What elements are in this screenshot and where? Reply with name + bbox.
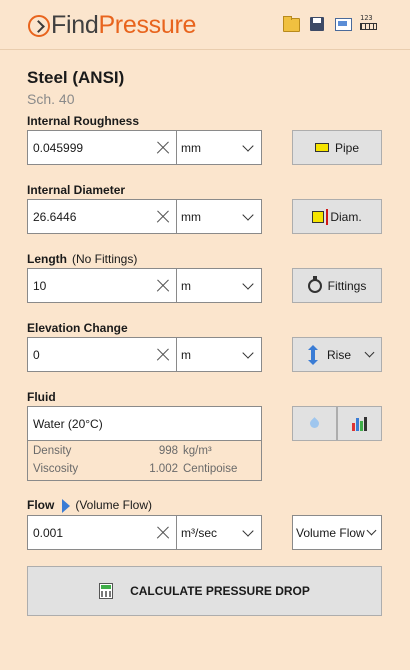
save-icon[interactable] — [308, 15, 326, 33]
fluid-properties-button[interactable] — [337, 406, 382, 441]
roughness-unit-select[interactable]: mm — [177, 130, 262, 165]
elevation-label-text: Elevation Change — [27, 321, 128, 335]
elevation-value: 0 — [33, 347, 40, 362]
pipe-button[interactable]: Pipe — [292, 130, 382, 165]
report-icon[interactable] — [334, 15, 352, 33]
length-unit-select[interactable]: m — [177, 268, 262, 303]
viscosity-row: Viscosity 1.002 Centipoise — [33, 463, 261, 479]
logo-pressure-text: Pressure — [98, 11, 197, 39]
roughness-value: 0.045999 — [33, 140, 84, 155]
diameter-unit-select[interactable]: mm — [177, 199, 262, 234]
diameter-button-label: Diam. — [330, 209, 362, 224]
density-unit: kg/m³ — [183, 445, 212, 457]
density-value: 998 — [158, 445, 178, 457]
diameter-button[interactable]: Diam. — [292, 199, 382, 234]
chart-bar — [352, 422, 355, 431]
diameter-label-text: Internal Diameter — [27, 183, 126, 197]
fluid-properties: Density 998 kg/m³ Viscosity 1.002 Centip… — [27, 441, 262, 481]
flow-input[interactable]: 0.001 — [27, 515, 177, 550]
calculate-button-label: CALCULATE PRESSURE DROP — [130, 584, 310, 598]
flow-label-text: Flow — [27, 498, 55, 512]
chevron-down-icon — [242, 524, 254, 537]
units-icon-label: 123 — [360, 14, 373, 22]
fluid-field[interactable]: Water (20°C) — [27, 406, 262, 441]
elevation-unit-select[interactable]: m — [177, 337, 262, 372]
valve-icon — [307, 275, 322, 293]
chevron-down-icon — [366, 525, 377, 536]
viscosity-name: Viscosity — [33, 463, 79, 475]
diameter-label: Internal Diameter — [27, 183, 125, 197]
diameter-value: 26.6446 — [33, 209, 77, 224]
roughness-clear-icon[interactable] — [150, 131, 176, 164]
fluid-select-button[interactable] — [292, 406, 337, 441]
chevron-down-icon — [242, 139, 254, 152]
ruler-bar — [360, 23, 377, 30]
flow-sublabel: (Volume Flow) — [75, 498, 153, 512]
fluid-value: Water (20°C) — [33, 416, 103, 431]
material-title: Steel (ANSI) — [27, 68, 125, 87]
viscosity-value: 1.002 — [149, 463, 178, 475]
chevron-down-icon — [364, 347, 375, 358]
chevron-down-icon — [242, 208, 254, 221]
chart-bar — [364, 416, 367, 431]
viscosity-unit: Centipoise — [183, 463, 238, 475]
length-value: 10 — [33, 278, 47, 293]
chart-bar — [360, 420, 363, 431]
elevation-input[interactable]: 0 — [27, 337, 177, 372]
flow-type-value: Volume Flow — [296, 525, 365, 540]
logo-find-text: Find — [51, 11, 99, 39]
flow-arrow-icon[interactable] — [62, 498, 71, 513]
diameter-unit: mm — [181, 209, 201, 224]
chart-bar — [356, 417, 359, 431]
roughness-unit: mm — [181, 140, 201, 155]
elevation-unit: m — [181, 347, 191, 362]
length-unit: m — [181, 278, 191, 293]
diameter-clear-icon[interactable] — [150, 200, 176, 233]
chevron-down-icon — [242, 277, 254, 290]
units-icon[interactable]: 123 — [360, 15, 378, 33]
calculator-icon — [99, 583, 114, 599]
diameter-input[interactable]: 26.6446 — [27, 199, 177, 234]
roughness-input[interactable]: 0.045999 — [27, 130, 177, 165]
length-label: Length (No Fittings) — [27, 252, 137, 266]
length-input[interactable]: 10 — [27, 268, 177, 303]
roughness-label-text: Internal Roughness — [27, 114, 140, 128]
flow-unit: m³/sec — [181, 525, 217, 540]
pipe-icon — [314, 143, 329, 152]
density-name: Density — [33, 445, 72, 457]
length-clear-icon[interactable] — [150, 269, 176, 302]
fluid-label-text: Fluid — [27, 390, 56, 404]
fluid-label: Fluid — [27, 390, 56, 404]
flow-type-select[interactable]: Volume Flow — [292, 515, 382, 550]
length-label-text: Length — [27, 252, 67, 266]
rise-icon — [308, 344, 318, 365]
diameter-icon — [312, 208, 329, 225]
density-row: Density 998 kg/m³ — [33, 445, 261, 461]
flow-label: Flow (Volume Flow) — [27, 498, 152, 513]
material-schedule: Sch. 40 — [27, 91, 75, 107]
folder-icon[interactable] — [282, 15, 300, 33]
app-logo: Find Pressure — [28, 11, 196, 40]
calculate-button[interactable]: CALCULATE PRESSURE DROP — [27, 566, 382, 616]
chevron-down-icon — [242, 346, 254, 359]
length-sublabel: (No Fittings) — [72, 252, 138, 266]
fittings-button[interactable]: Fittings — [292, 268, 382, 303]
flow-value: 0.001 — [33, 525, 64, 540]
toolbar: 123 — [282, 15, 378, 33]
logo-arrow-icon — [28, 14, 50, 37]
elevation-clear-icon[interactable] — [150, 338, 176, 371]
flow-clear-icon[interactable] — [150, 516, 176, 549]
elevation-label: Elevation Change — [27, 321, 128, 335]
header: Find Pressure 123 — [0, 0, 410, 50]
roughness-label: Internal Roughness — [27, 114, 139, 128]
rise-button[interactable]: Rise — [292, 337, 382, 372]
pipe-button-label: Pipe — [334, 140, 360, 155]
rise-button-label: Rise — [327, 347, 352, 362]
flow-unit-select[interactable]: m³/sec — [177, 515, 262, 550]
water-drop-icon — [308, 417, 321, 430]
fittings-button-label: Fittings — [327, 278, 367, 293]
chart-icon — [352, 416, 367, 431]
